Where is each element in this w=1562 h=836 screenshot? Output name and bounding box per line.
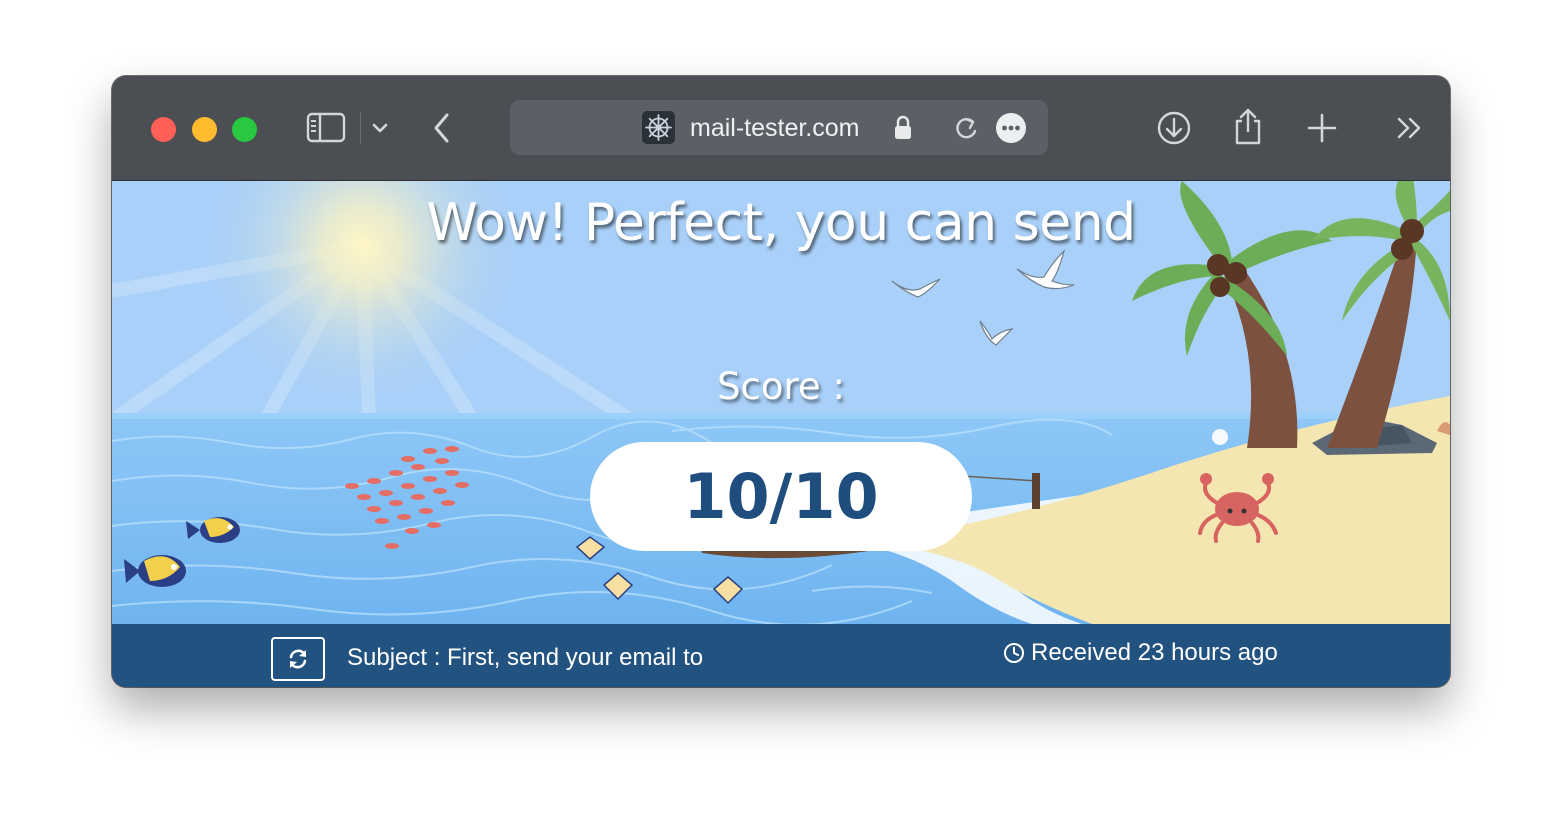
score-badge: 10/10: [590, 442, 972, 551]
address-bar[interactable]: mail-tester.com: [510, 100, 1048, 155]
email-subject: Subject : First, send your email to: [347, 644, 704, 671]
result-headline: Wow! Perfect, you can send: [426, 193, 1136, 253]
shell: [1212, 429, 1228, 445]
overflow-icon[interactable]: [1395, 116, 1425, 140]
browser-toolbar: mail-tester.com: [112, 76, 1450, 181]
received-text: Received 23 hours ago: [1031, 639, 1278, 666]
lock-icon: [895, 115, 911, 139]
page-content: Wow! Perfect, you can send Score : 10/10: [112, 181, 1450, 624]
address-url[interactable]: mail-tester.com: [690, 112, 859, 144]
site-favicon-icon: [642, 111, 675, 144]
clock-icon: [1004, 643, 1024, 663]
sidebar-icon[interactable]: [306, 112, 348, 144]
score-label: Score :: [717, 365, 845, 408]
refresh-icon: [289, 649, 307, 669]
chevron-down-icon[interactable]: [370, 120, 390, 136]
received-time: Received 23 hours ago: [1003, 636, 1278, 670]
toolbar-divider: [360, 112, 361, 144]
refresh-button[interactable]: [271, 637, 325, 681]
more-icon[interactable]: [995, 112, 1027, 144]
close-window-button[interactable]: [151, 117, 176, 142]
reload-icon[interactable]: [953, 114, 979, 142]
message-info-bar: Subject : First, send your email to Rece…: [112, 624, 1450, 687]
back-icon[interactable]: [430, 111, 454, 145]
new-tab-icon[interactable]: [1306, 112, 1338, 144]
mooring-post: [1032, 473, 1040, 509]
download-icon[interactable]: [1156, 110, 1192, 146]
minimize-window-button[interactable]: [192, 117, 217, 142]
browser-window: mail-tester.com Wow! Perfect, you can se…: [112, 76, 1450, 687]
share-icon[interactable]: [1232, 106, 1264, 146]
zoom-window-button[interactable]: [232, 117, 257, 142]
score-value: 10/10: [683, 460, 879, 533]
